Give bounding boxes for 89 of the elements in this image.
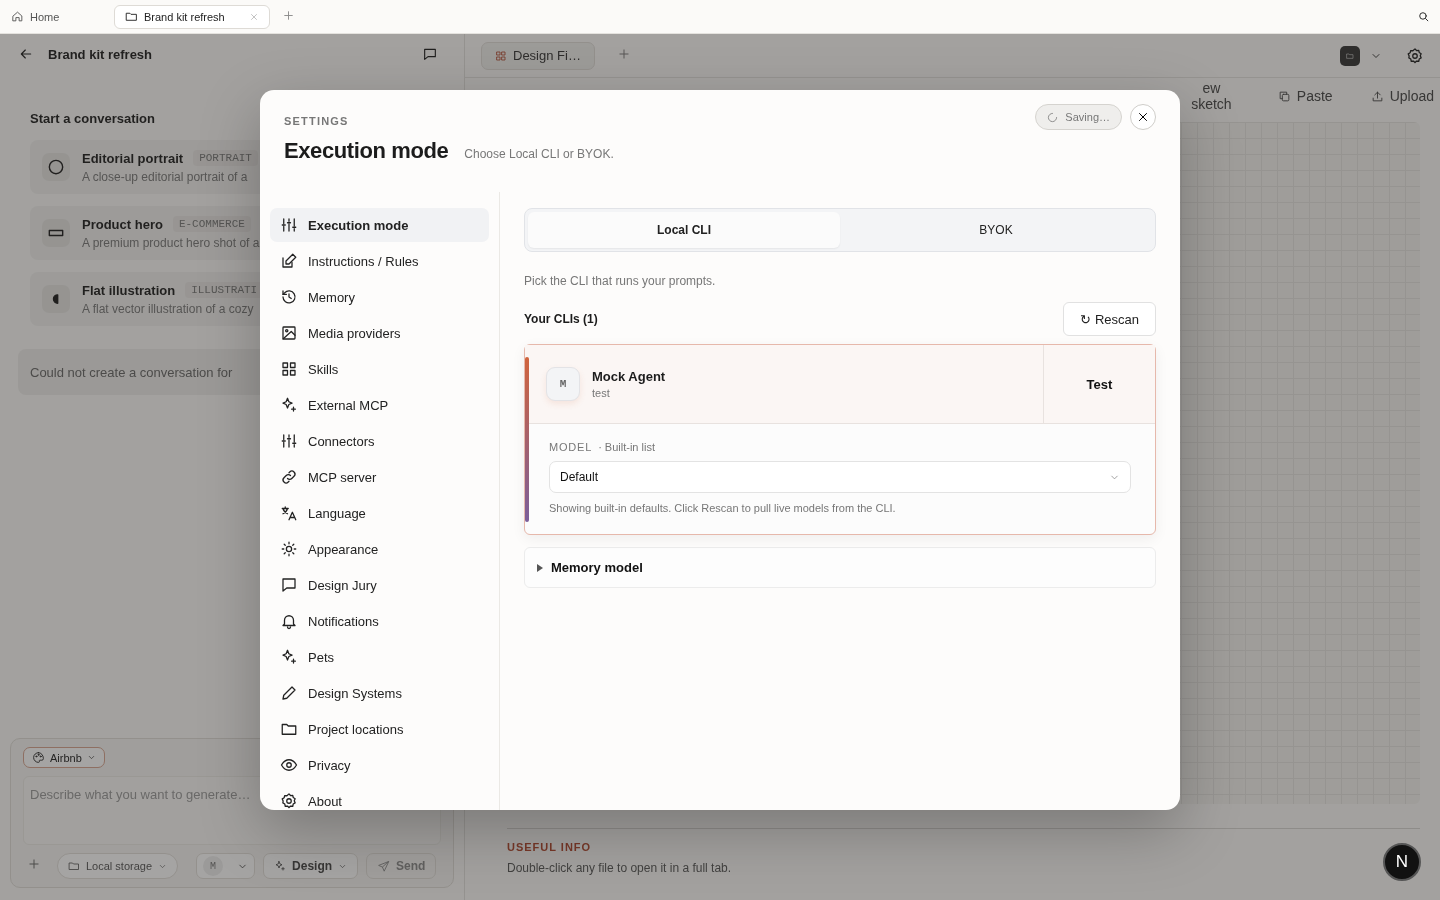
storage-button[interactable]: Local storage <box>57 853 179 879</box>
send-icon <box>377 859 391 873</box>
pencil-icon <box>280 684 298 702</box>
dev-badge[interactable]: N <box>1383 843 1421 881</box>
grid-icon <box>495 49 507 62</box>
rescan-button[interactable]: ↻ Rescan <box>1063 302 1156 336</box>
paste-icon <box>1277 89 1291 103</box>
browser-tab[interactable]: Brand kit refresh <box>114 4 270 29</box>
model-select[interactable]: Default <box>549 461 1131 493</box>
agent-avatar: M <box>546 367 580 401</box>
sun-icon <box>280 540 298 558</box>
template-title: Editorial portrait <box>82 150 184 166</box>
template-title: Flat illustration <box>82 282 176 298</box>
plus-icon <box>282 8 295 22</box>
toolbar-button[interactable]: Paste <box>1271 87 1339 105</box>
dialog-subtitle: Choose Local CLI or BYOK. <box>464 147 614 161</box>
settings-nav-item[interactable]: Notifications <box>270 604 489 638</box>
saving-status: Saving… <box>1035 104 1122 130</box>
memory-model-toggle[interactable]: Memory model <box>524 547 1156 588</box>
bell-icon <box>280 612 298 630</box>
sliders-icon <box>280 432 298 450</box>
eye-icon <box>280 756 298 774</box>
project-title: Brand kit refresh <box>48 46 153 62</box>
plus-icon <box>27 857 41 871</box>
sliders-icon <box>280 216 298 234</box>
settings-icon[interactable] <box>1406 46 1424 65</box>
model-note: Showing built-in defaults. Click Rescan to pull live models from the CLI. <box>549 502 897 514</box>
settings-nav-item[interactable]: Execution mode <box>270 208 489 242</box>
cli-list-heading: Your CLIs (1) <box>524 312 598 326</box>
template-description: A flat vector illustration of a cozy <box>82 302 255 316</box>
section-title: Start a conversation <box>30 111 155 126</box>
settings-nav-item[interactable]: Project locations <box>270 712 489 746</box>
model-label: MODEL <box>549 441 593 453</box>
back-icon[interactable] <box>18 46 34 62</box>
link-icon <box>280 468 298 486</box>
folder-icon <box>68 860 80 872</box>
palette-icon <box>32 751 45 764</box>
grid-icon <box>280 360 298 378</box>
circle-icon <box>46 157 66 177</box>
sparkle-icon <box>280 648 298 666</box>
translate-icon <box>280 504 298 522</box>
toolbar-button[interactable]: Upload <box>1364 87 1440 105</box>
sparkle-icon <box>274 860 287 872</box>
image-icon <box>280 324 298 342</box>
mode-tab[interactable]: BYOK <box>840 212 1152 248</box>
mode-tab[interactable]: Local CLI <box>528 212 840 248</box>
chevron-down-icon <box>86 753 96 762</box>
sparkle-icon <box>280 396 298 414</box>
dialog-eyebrow: SETTINGS <box>284 115 349 127</box>
chat-icon[interactable] <box>422 46 438 62</box>
template-tag: E-COMMERCE <box>172 216 251 232</box>
edit-icon <box>280 252 298 270</box>
toolbar-button[interactable]: ew sketch <box>1181 79 1246 113</box>
settings-nav-item[interactable]: Appearance <box>270 532 489 566</box>
agent-name: Mock Agent <box>592 369 666 384</box>
triangle-icon <box>537 563 543 572</box>
spinner-icon <box>1047 111 1059 123</box>
home-icon <box>11 10 24 23</box>
info-heading: USEFUL INFO <box>507 841 593 853</box>
folder-button[interactable] <box>1340 45 1360 66</box>
settings-nav-item[interactable]: MCP server <box>270 460 489 494</box>
template-description: A premium product hero shot of a <box>82 236 260 250</box>
model-source: · Built-in list <box>598 441 655 453</box>
gear-icon <box>280 792 298 810</box>
hint-text: Pick the CLI that runs your prompts. <box>524 274 717 288</box>
mode-button[interactable]: Design <box>263 853 359 879</box>
template-title: Product hero <box>82 216 163 232</box>
search-icon[interactable] <box>1417 10 1430 23</box>
test-button[interactable]: Test <box>1043 345 1155 423</box>
settings-nav-item[interactable]: Design Jury <box>270 568 489 602</box>
design-system-button[interactable]: Airbnb <box>23 747 105 768</box>
cli-card[interactable]: M Mock Agent test Test MODEL · Built-in list Default Showing built-in defaults. Click Rescan to pull live models from the CLI. <box>524 344 1156 535</box>
settings-nav-item[interactable]: Pets <box>270 640 489 674</box>
template-description: A close-up editorial portrait of a <box>82 170 249 184</box>
folder-icon <box>125 10 138 23</box>
settings-nav-item[interactable]: Language <box>270 496 489 530</box>
close-button[interactable] <box>1130 104 1156 130</box>
upload-icon <box>1370 89 1384 103</box>
file-tab[interactable]: Design Fi… <box>481 41 595 70</box>
info-text: Double-click any file to open it in a full tab. <box>507 861 733 875</box>
browser-tab[interactable]: Home <box>10 4 106 29</box>
chat-bubble-icon <box>280 576 298 594</box>
settings-nav-item[interactable]: Connectors <box>270 424 489 458</box>
close-icon <box>1136 110 1150 124</box>
settings-nav-item[interactable]: Design Systems <box>270 676 489 710</box>
agent-detail: test <box>592 387 611 399</box>
plus-icon <box>616 47 631 61</box>
template-tag: PORTRAIT <box>193 150 258 166</box>
history-icon <box>280 288 298 306</box>
